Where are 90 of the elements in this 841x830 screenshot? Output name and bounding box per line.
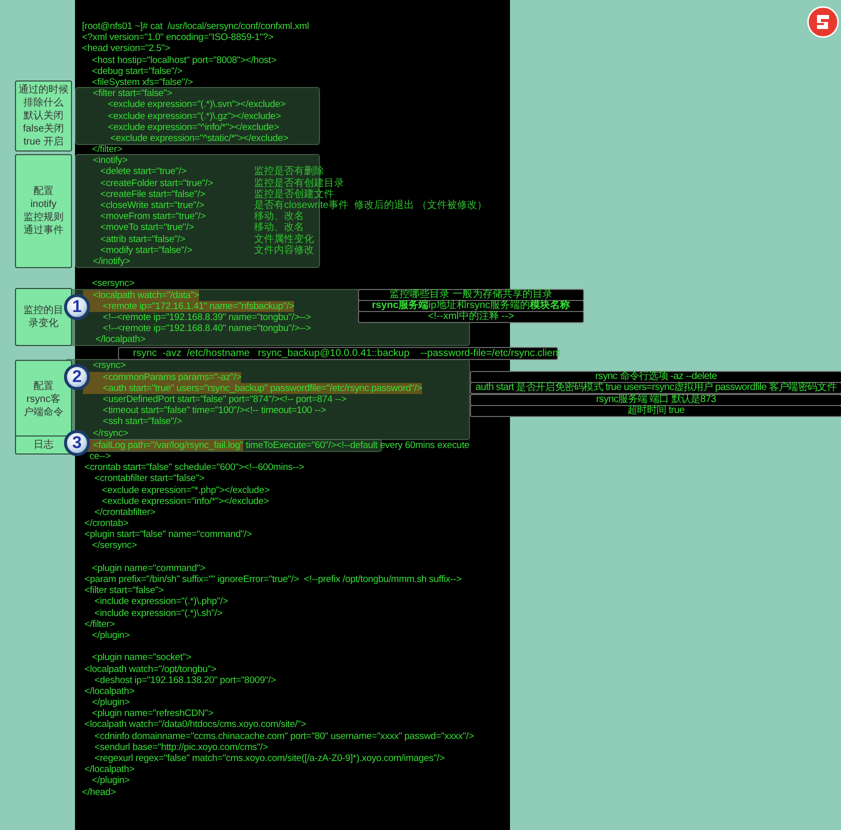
code-line: <modify start="false"/> — [99, 244, 192, 256]
code-line: <exclude expression="^static/*"></exclude> — [109, 132, 288, 144]
code-line: <sersync> — [90, 278, 134, 290]
code-line: </crontab> — [83, 518, 128, 530]
code-line: ce--> — [88, 450, 111, 462]
label-text: 默认关闭 — [24, 110, 64, 123]
code-line: </rsync> — [92, 428, 128, 439]
label-text: 监控的目 — [24, 304, 64, 318]
code-line: <sendurl base="http://pic.xoyo.com/cms"/> — [93, 742, 268, 754]
code-line: </plugin> — [90, 630, 130, 642]
code-line: <param prefix="/bin/sh" suffix="" ignoreError="true"/> <!--prefix /opt/tongbu/mmm.sh suffix--> — [83, 574, 462, 586]
code-comment: 监控是否有删除 — [254, 166, 324, 178]
code-line: <cdninfo domainname="ccms.chinacache.com" port="80" username="xxxx" passwd="xxxx"/> — [93, 730, 474, 742]
label-text: 户端命令 — [24, 406, 64, 420]
code-line: </plugin> — [90, 775, 130, 787]
code-line: </head> — [82, 786, 116, 798]
code-line: <exclude expression="^info/*"></exclude> — [106, 122, 280, 133]
code-line: <moveTo start="true"/> — [99, 222, 194, 234]
code-line: <exclude expression="*.php"></exclude> — [100, 484, 270, 496]
code-line: timeToExecute="60"/><!--default every 60mins execute — [244, 440, 470, 451]
code-line: </localpath> — [83, 686, 134, 698]
callout-note: rsync服务端 端口 默认是873 — [470, 394, 841, 406]
label-text: false关闭 — [22, 122, 64, 136]
code-line: <include expression="(.*)\.sh"/> — [93, 608, 222, 619]
label-text: rsync客 — [26, 393, 60, 406]
callout-note: auth start 是否开启免密码模式 true users=rsync虚拟用户 passwordfile 客户端密码文件 — [470, 382, 841, 394]
code-line: <attrib start="false"/> — [99, 234, 186, 245]
code-line: <plugin name="command"> — [90, 562, 206, 574]
code-line: </sersync> — [90, 540, 137, 552]
code-comment: 移动、改名 — [254, 222, 304, 234]
code-comment: 文件属性变化 — [254, 234, 314, 245]
label-text: 配置 — [34, 380, 54, 394]
code-line: <timeout start="false" time="100"/><!-- timeout=100 --> — [102, 405, 326, 416]
code-line: <plugin name="socket"> — [90, 652, 192, 664]
code-comment: 监控是否创建文件 — [254, 188, 334, 200]
code-line: <closeWrite start="true"/> — [99, 200, 204, 212]
code-line: </inotify> — [92, 256, 130, 268]
label-text: inotify — [30, 198, 57, 212]
code-comment: 移动、改名 — [254, 211, 304, 222]
code-line: <delete start="true"/> — [99, 166, 187, 178]
code-line: </localpath> — [94, 334, 146, 346]
label-text: 日志 — [34, 438, 54, 452]
label-text: 录变化 — [28, 317, 58, 330]
code-line: <inotify> — [92, 155, 128, 166]
code-line: </plugin> — [90, 697, 130, 708]
code-line: <createFolder start="true"/> — [99, 178, 214, 189]
code-line: <deshost ip="192.168.138.20" port="8009"/> — [93, 674, 276, 686]
code-comment: 是否有closewrite事件 修改后的退出 （文件被修改） — [254, 200, 487, 211]
code-line: [root@nfs01 ~]# cat /usr/local/sersync/conf/confxml.xml — [82, 21, 309, 32]
code-line: <userDefinedPort start="false" port="874"/><!-- port=874 --> — [102, 394, 346, 406]
code-line: <crontab start="false" schedule="600"><!--600mins--> — [83, 462, 304, 474]
code-line: <rsync> — [92, 360, 126, 372]
code-line: </filter> — [83, 618, 115, 630]
code-line: <!--<remote ip="192.168.8.40" name="tongbu"/>--> — [102, 323, 311, 334]
code-line: </crontabfilter> — [93, 506, 156, 518]
logo-icon — [807, 6, 839, 38]
callout-note: <!--xml中的注释 --> — [358, 311, 584, 324]
label-text: 通过的时候 — [18, 84, 68, 97]
code-line: <fileSystem xfs="false"/> — [90, 76, 193, 88]
code-line: <exclude expression="(.*)\.svn"></exclude> — [106, 99, 286, 111]
code-line: <localpath watch="/opt/tongbu"> — [83, 664, 216, 675]
code-comment: 监控是否有创建目录 — [254, 178, 344, 189]
code-line: <filter start="false"> — [92, 88, 172, 100]
code-line: <localpath watch="/data0/htdocs/cms.xoyo.com/site/"> — [83, 719, 306, 731]
code-line: <plugin start="false" name="command"/> — [83, 529, 252, 540]
label-text: 配置 — [34, 185, 54, 198]
code-line: <debug start="false"/> — [90, 66, 182, 77]
label-text: true 开启 — [23, 136, 64, 149]
code-line: <?xml version="1.0" encoding="ISO-8859-1"?> — [82, 32, 274, 44]
code-line: <filter start="false"> — [83, 585, 164, 596]
code-line: <exclude expression="info/*"></exclude> — [100, 496, 269, 507]
label-text: 监控规则 — [24, 211, 64, 224]
code-line: <crontabfilter start="false"> — [93, 473, 204, 485]
code-line: <ssh start="false"/> — [102, 416, 182, 428]
code-line: <!--<remote ip="192.168.8.39" name="tongbu"/>--> — [102, 312, 311, 324]
label-text: 排除什么 — [24, 96, 64, 110]
code-line: <regexurl regex="false" match="cms.xoyo.com/site([/a-zA-Z0-9]*).xoyo.com/images"/> — [93, 753, 445, 764]
code-comment: 文件内容修改 — [254, 244, 314, 256]
code-line: <host hostip="localhost" port="8008"></host> — [90, 54, 276, 66]
code-line: <head version="2.5"> — [82, 43, 170, 55]
code-line: </filter> — [90, 144, 122, 156]
number-badge: 3 — [64, 430, 90, 456]
code-line: <include expression="(.*)\.php"/> — [93, 596, 228, 608]
code-line: <plugin name="refreshCDN"> — [90, 708, 214, 720]
callout-note: 超时时间 true — [470, 404, 841, 417]
code-line: <moveFrom start="true"/> — [99, 211, 206, 222]
label-text: 通过事件 — [24, 224, 64, 238]
code-line: <createFile start="false"/> — [99, 188, 206, 200]
code-line: <exclude expression="(.*)\.gz"></exclude> — [106, 110, 281, 122]
code-line: </localpath> — [83, 764, 134, 776]
